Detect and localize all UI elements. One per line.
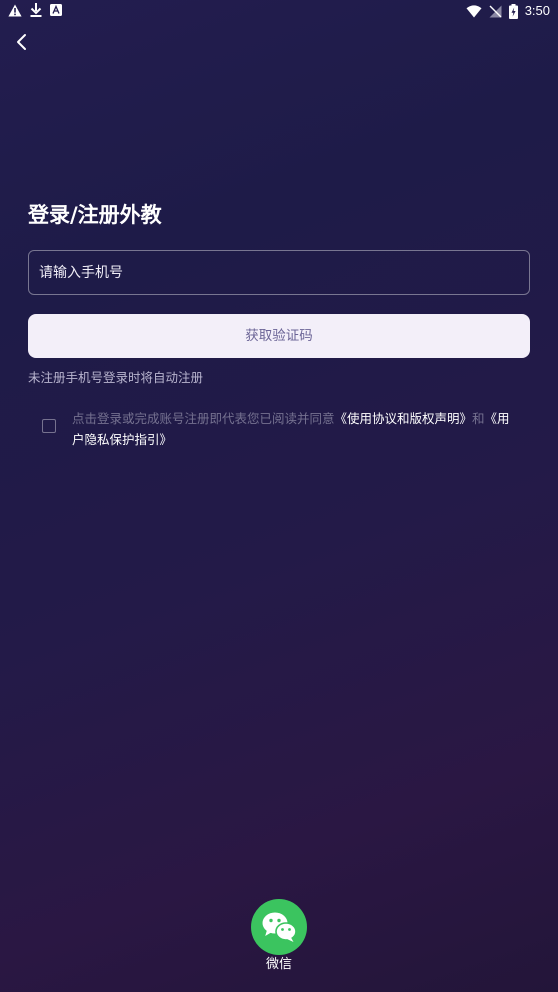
back-button[interactable] — [10, 30, 34, 54]
status-time: 3:50 — [524, 3, 550, 18]
battery-charging-icon — [508, 3, 518, 19]
auto-register-hint: 未注册手机号登录时将自动注册 — [28, 370, 204, 385]
no-signal-icon — [489, 5, 502, 18]
terms-link[interactable]: 《使用协议和版权声明》 — [335, 411, 473, 426]
alert-icon — [8, 4, 22, 17]
download-icon — [30, 3, 42, 17]
agreement-and: 和 — [472, 411, 485, 426]
phone-number-input[interactable] — [28, 250, 530, 295]
login-screen: 3:50 登录/注册外教 获取验证码 未注册手机号登录时将自动注册 点击登录或完… — [0, 0, 558, 992]
page-title: 登录/注册外教 — [28, 203, 162, 227]
status-bar-left — [8, 3, 62, 17]
agreement-text: 点击登录或完成账号注册即代表您已阅读并同意《使用协议和版权声明》和《用户隐私保护… — [72, 408, 516, 450]
wifi-icon — [466, 4, 482, 18]
get-code-button[interactable]: 获取验证码 — [28, 314, 530, 358]
wechat-login-button[interactable] — [251, 899, 307, 955]
wechat-label: 微信 — [265, 957, 292, 972]
agreement-checkbox[interactable] — [42, 419, 56, 433]
status-bar-right: 3:50 — [466, 2, 550, 20]
agreement-prefix: 点击登录或完成账号注册即代表您已阅读并同意 — [72, 411, 335, 426]
back-arrow-icon — [10, 34, 34, 58]
app-notification-icon — [50, 4, 62, 16]
status-bar: 3:50 — [0, 0, 558, 22]
